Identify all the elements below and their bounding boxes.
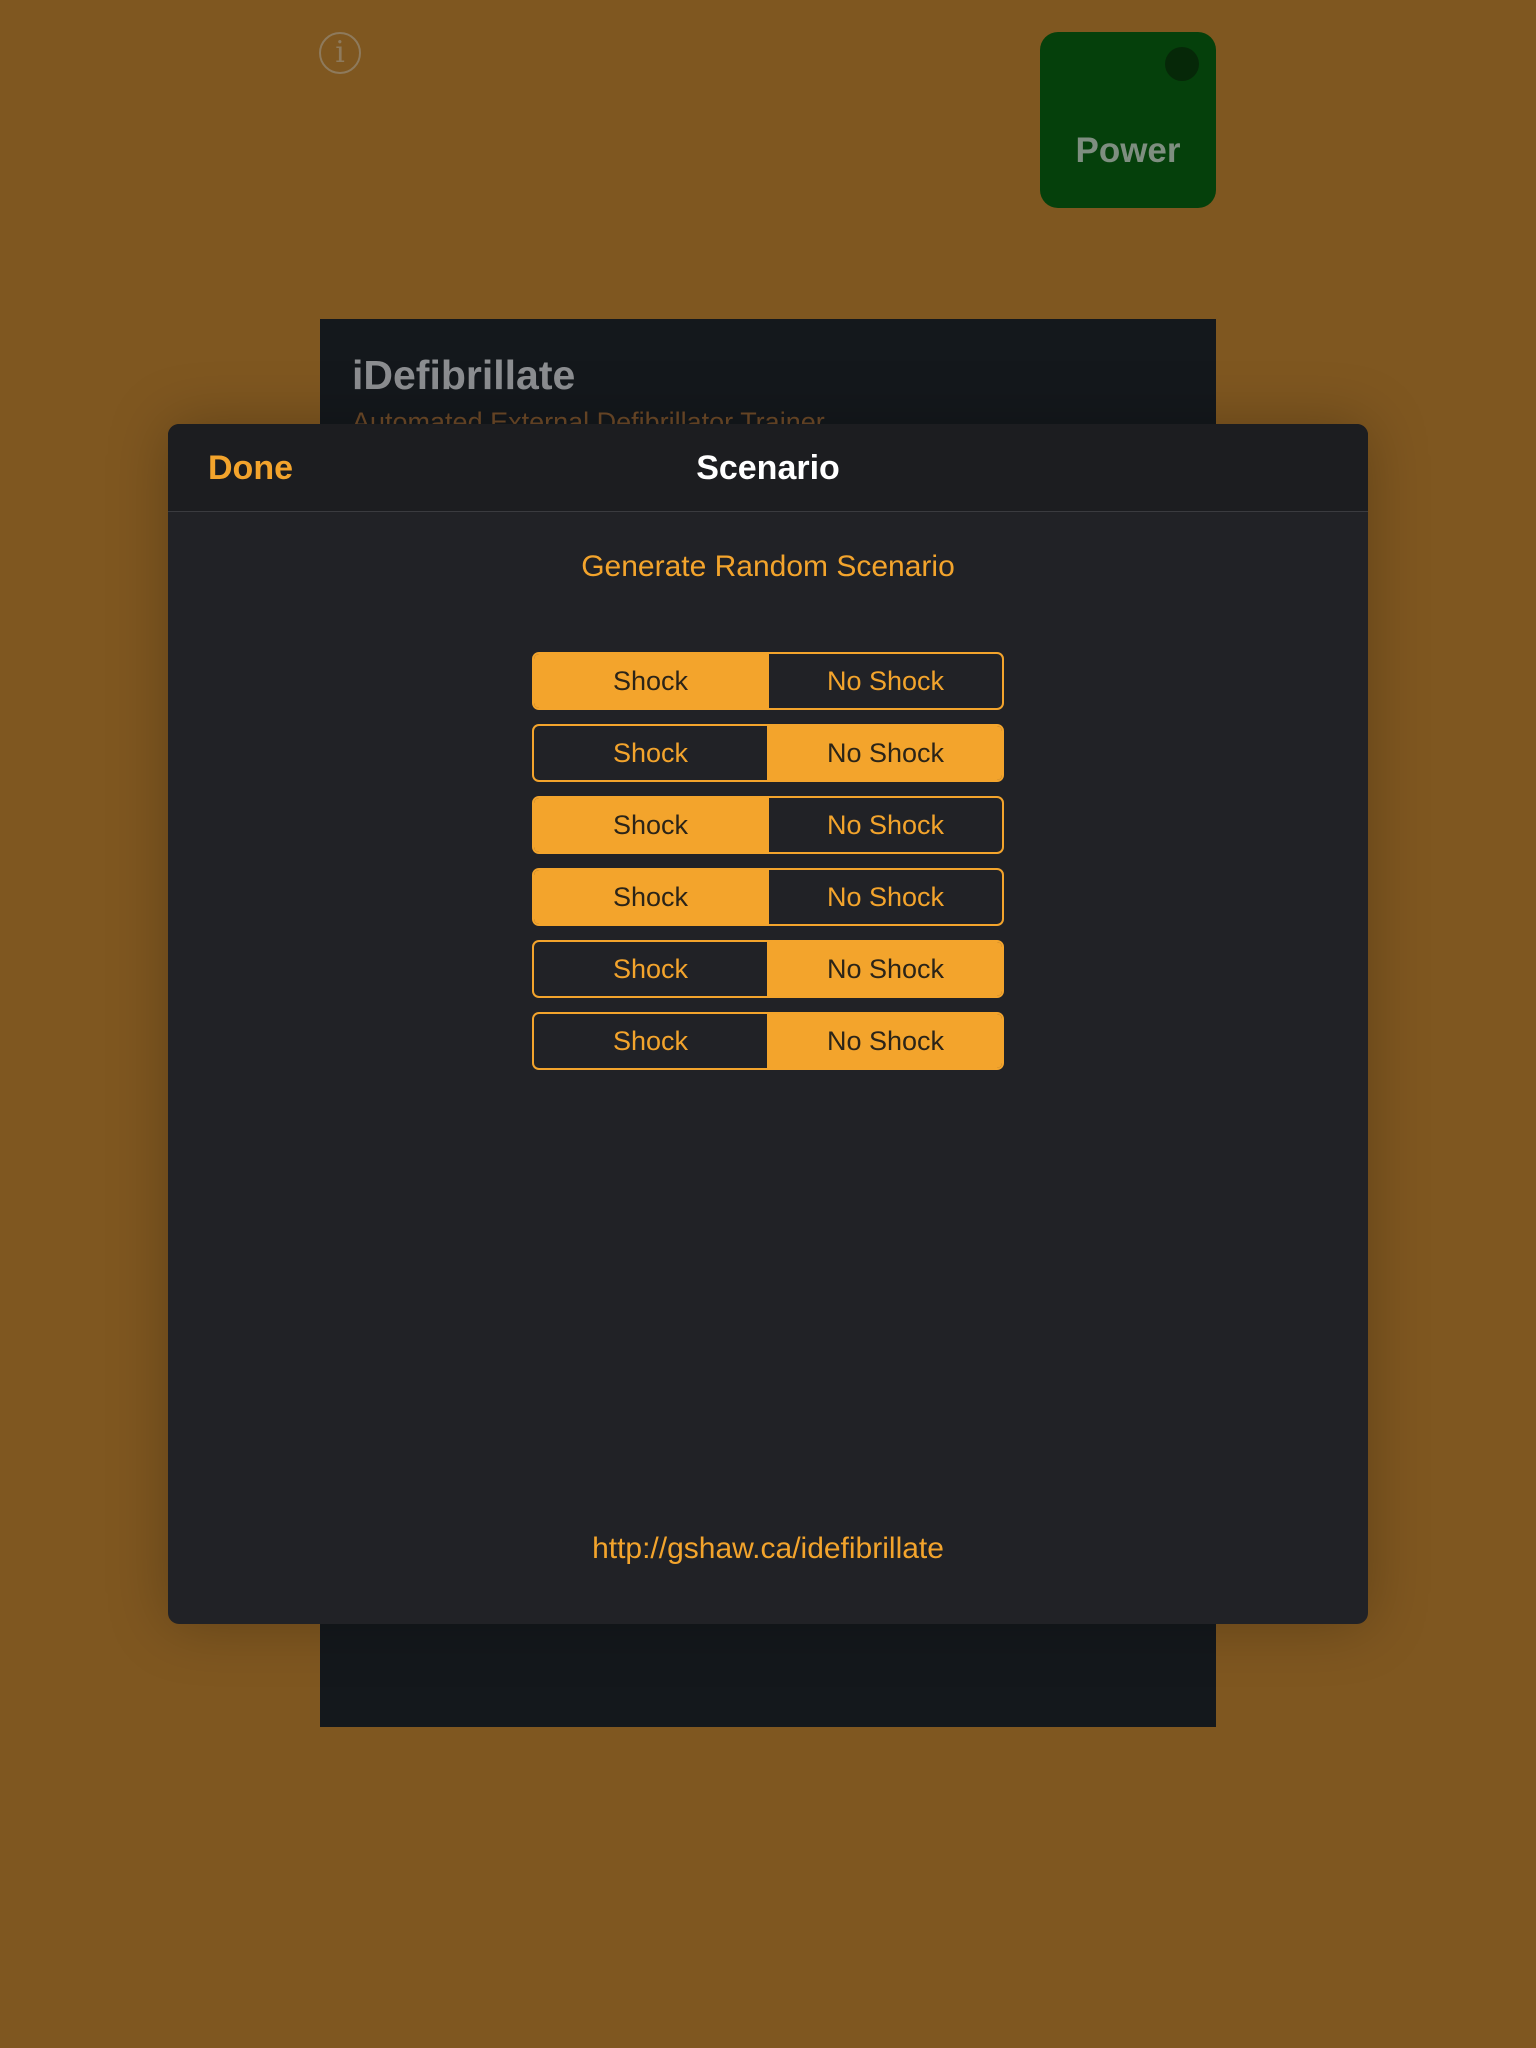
power-indicator-light <box>1165 47 1199 81</box>
power-button[interactable]: Power <box>1040 32 1216 208</box>
shock-option[interactable]: Shock <box>534 726 767 780</box>
website-link[interactable]: http://gshaw.ca/idefibrillate <box>168 1532 1368 1566</box>
modal-header: Done Scenario <box>168 424 1368 512</box>
generate-random-scenario-button[interactable]: Generate Random Scenario <box>168 550 1368 584</box>
no-shock-option[interactable]: No Shock <box>767 798 1002 852</box>
shock-segmented-control-1[interactable]: Shock No Shock <box>532 652 1004 710</box>
shock-segmented-control-2[interactable]: Shock No Shock <box>532 724 1004 782</box>
shock-segment-list: Shock No Shock Shock No Shock Shock No S… <box>532 652 1004 1084</box>
shock-option[interactable]: Shock <box>534 942 767 996</box>
scenario-modal: Done Scenario Generate Random Scenario S… <box>168 424 1368 1624</box>
shock-segmented-control-5[interactable]: Shock No Shock <box>532 940 1004 998</box>
info-icon[interactable]: i <box>319 32 361 74</box>
shock-segmented-control-3[interactable]: Shock No Shock <box>532 796 1004 854</box>
shock-option[interactable]: Shock <box>534 654 767 708</box>
shock-option[interactable]: Shock <box>534 798 767 852</box>
shock-segmented-control-4[interactable]: Shock No Shock <box>532 868 1004 926</box>
no-shock-option[interactable]: No Shock <box>767 726 1002 780</box>
shock-option[interactable]: Shock <box>534 870 767 924</box>
modal-title: Scenario <box>696 449 840 487</box>
app-title: iDefibrillate <box>352 352 576 398</box>
no-shock-option[interactable]: No Shock <box>767 1014 1002 1068</box>
no-shock-option[interactable]: No Shock <box>767 654 1002 708</box>
shock-option[interactable]: Shock <box>534 1014 767 1068</box>
no-shock-option[interactable]: No Shock <box>767 870 1002 924</box>
shock-segmented-control-6[interactable]: Shock No Shock <box>532 1012 1004 1070</box>
power-label: Power <box>1075 131 1181 170</box>
no-shock-option[interactable]: No Shock <box>767 942 1002 996</box>
